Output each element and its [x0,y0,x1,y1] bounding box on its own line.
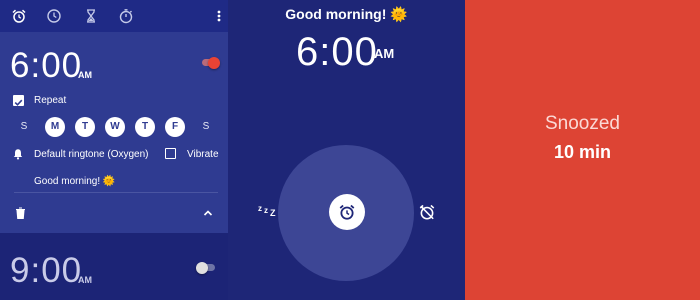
vibrate-checkbox[interactable] [165,148,176,159]
ringing-alarm-title: Good morning! 🌞 [285,6,408,22]
alarm-label[interactable]: Good morning! 🌞 [34,176,115,187]
alarm-time[interactable]: 6:00 [10,46,82,86]
ringing-alarm-panel: Good morning! 🌞 6:00 AM z z Z [228,0,465,300]
ringtone-label[interactable]: Default ringtone (Oxygen) [34,149,149,160]
clock-icon[interactable] [46,8,62,24]
alarm-list-panel: 6:00 AM Repeat S M T W T F S Default rin… [0,0,228,300]
alarm-ampm: AM [78,70,92,80]
divider [14,192,218,193]
more-options-icon[interactable] [211,8,227,24]
vibrate-label: Vibrate [187,149,219,160]
alarm-icon[interactable] [11,8,27,24]
snooze-glyph: z [264,206,268,215]
snooze-glyph: Z [270,208,276,218]
snooze-duration: 10 min [553,142,612,162]
alarm-off-icon[interactable] [418,203,436,221]
repeat-label: Repeat [34,95,67,106]
repeat-checkbox[interactable] [13,95,24,106]
alarm-time-2[interactable]: 9:00 [10,251,82,291]
snoozed-title: Snoozed [544,113,620,134]
tab-bar [0,0,228,32]
day-monday[interactable]: M [45,117,65,137]
day-friday[interactable]: F [165,117,185,137]
snooze-icon[interactable]: z z Z [258,204,278,220]
hourglass-icon[interactable] [83,8,99,24]
stopwatch-icon[interactable] [118,8,134,24]
day-saturday[interactable]: S [196,117,216,137]
snooze-glyph: z [258,204,262,213]
alarm-card-expanded: 6:00 AM Repeat S M T W T F S Default rin… [0,32,228,233]
alarm-ampm-2: AM [78,275,92,285]
ringing-alarm-time: 6:00 [296,30,378,74]
alarm-handle-button[interactable] [329,194,365,230]
trash-icon[interactable] [15,207,26,219]
day-sunday[interactable]: S [14,117,34,137]
ringing-alarm-ampm: AM [374,46,395,61]
chevron-up-icon[interactable] [203,209,213,217]
day-wednesday[interactable]: W [105,117,125,137]
checkmark-icon [14,99,23,106]
bell-icon [13,149,23,160]
day-thursday[interactable]: T [135,117,155,137]
alarm-icon [339,204,355,220]
snoozed-panel: Snoozed 10 min [465,0,700,300]
day-tuesday[interactable]: T [75,117,95,137]
